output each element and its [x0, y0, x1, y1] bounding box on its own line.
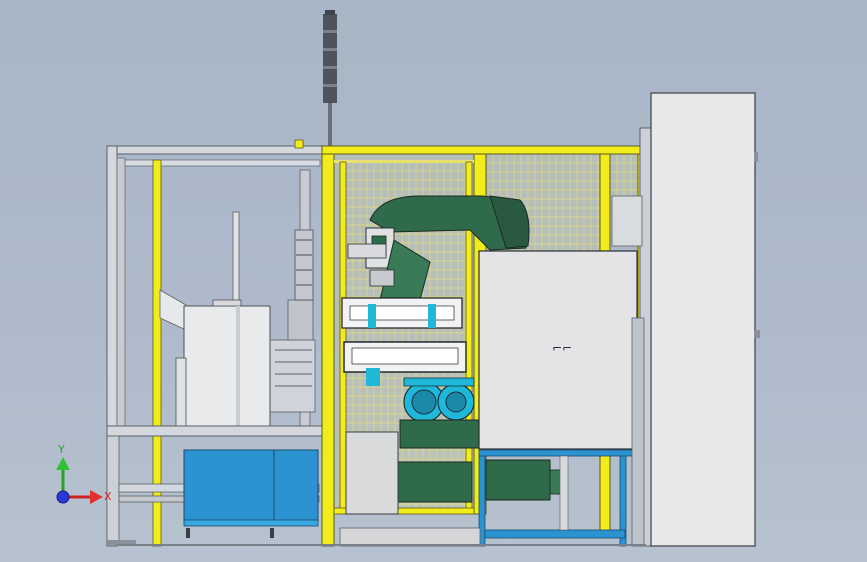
coordinate-triad: Y X [56, 443, 112, 504]
access-panel[interactable]: ⌐⌐ [478, 250, 638, 450]
cabinet-door-mark: ⌐⌐ [552, 341, 572, 355]
blue-bins [183, 449, 319, 538]
gripper-tray-upper [341, 297, 463, 329]
electrical-cabinet[interactable] [650, 92, 760, 547]
cad-viewport[interactable]: ⌐⌐ Y X [0, 0, 867, 562]
y-axis-label: Y [57, 443, 65, 456]
signal-tower [323, 10, 337, 148]
control-box-left [175, 299, 271, 427]
x-axis-label: X [104, 490, 112, 503]
